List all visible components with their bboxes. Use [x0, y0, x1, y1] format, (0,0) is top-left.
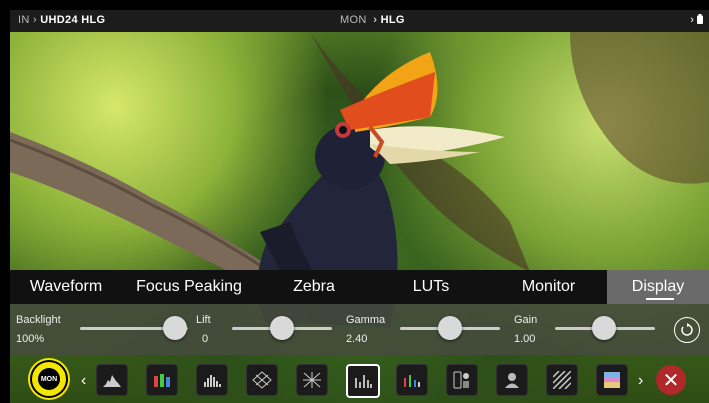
gain-slider-handle[interactable]	[592, 316, 616, 340]
lut-icon[interactable]	[596, 364, 628, 396]
gain-value: 1.00	[514, 333, 536, 345]
input-format[interactable]: IN › UHD24 HLG	[18, 14, 105, 26]
backlight-label: Backlight	[16, 314, 61, 326]
skin-tone-icon[interactable]	[496, 364, 528, 396]
input-arrow-icon: ›	[32, 14, 37, 26]
tab-bar: Waveform Focus Peaking Zebra LUTs Monito…	[10, 270, 709, 304]
lift-slider-handle[interactable]	[270, 316, 294, 340]
vectorscope-icon[interactable]	[246, 364, 278, 396]
histogram-icon[interactable]	[96, 364, 128, 396]
tab-display[interactable]: Display	[607, 270, 709, 304]
status-arrow-icon: ›	[690, 14, 694, 26]
close-icon: ✕	[662, 369, 680, 392]
scroll-right-icon[interactable]: ›	[638, 372, 643, 390]
tab-luts[interactable]: LUTs	[372, 270, 490, 304]
monitor-mode[interactable]: MON › HLG	[340, 14, 405, 26]
battery-icon	[697, 14, 703, 24]
luma-bars-icon[interactable]	[346, 364, 380, 398]
backlight-slider-handle[interactable]	[163, 316, 187, 340]
scroll-left-icon[interactable]: ‹	[81, 372, 86, 390]
rgb-bars-icon[interactable]	[396, 364, 428, 396]
tool-dock: MON ‹ › ✕	[10, 355, 709, 403]
status-bar: IN › UHD24 HLG MON › HLG ›	[10, 10, 709, 32]
reset-icon	[681, 323, 693, 336]
reset-button[interactable]	[674, 317, 700, 343]
display-settings-panel: Backlight 100% Lift 0 Gamma 2.40 Gain 1.…	[10, 304, 709, 355]
lift-label: Lift	[196, 314, 211, 326]
gamma-slider-handle[interactable]	[438, 316, 462, 340]
lift-value: 0	[202, 333, 209, 345]
input-value: UHD24 HLG	[40, 14, 106, 26]
close-button[interactable]: ✕	[656, 365, 686, 395]
battery-status[interactable]: ›	[690, 14, 703, 26]
gamma-label: Gamma	[346, 314, 386, 326]
monitor-value: HLG	[380, 14, 405, 26]
mon-button[interactable]: MON	[32, 362, 66, 396]
zebra-pattern-icon[interactable]	[546, 364, 578, 396]
monitor-label: MON	[340, 14, 367, 26]
tab-focus-peaking[interactable]: Focus Peaking	[122, 270, 256, 304]
tab-zebra[interactable]: Zebra	[256, 270, 372, 304]
gain-label: Gain	[514, 314, 538, 326]
rgb-parade-icon[interactable]	[146, 364, 178, 396]
cross-vector-icon[interactable]	[296, 364, 328, 396]
input-label: IN	[18, 14, 30, 26]
mon-button-label: MON	[38, 368, 60, 390]
false-color-icon[interactable]	[446, 364, 478, 396]
waveform-icon[interactable]	[196, 364, 228, 396]
tab-monitor[interactable]: Monitor	[490, 270, 607, 304]
monitor-arrow-icon: ›	[373, 14, 378, 26]
backlight-value: 100%	[16, 333, 45, 345]
gamma-value: 2.40	[346, 333, 368, 345]
tab-waveform[interactable]: Waveform	[10, 270, 122, 304]
